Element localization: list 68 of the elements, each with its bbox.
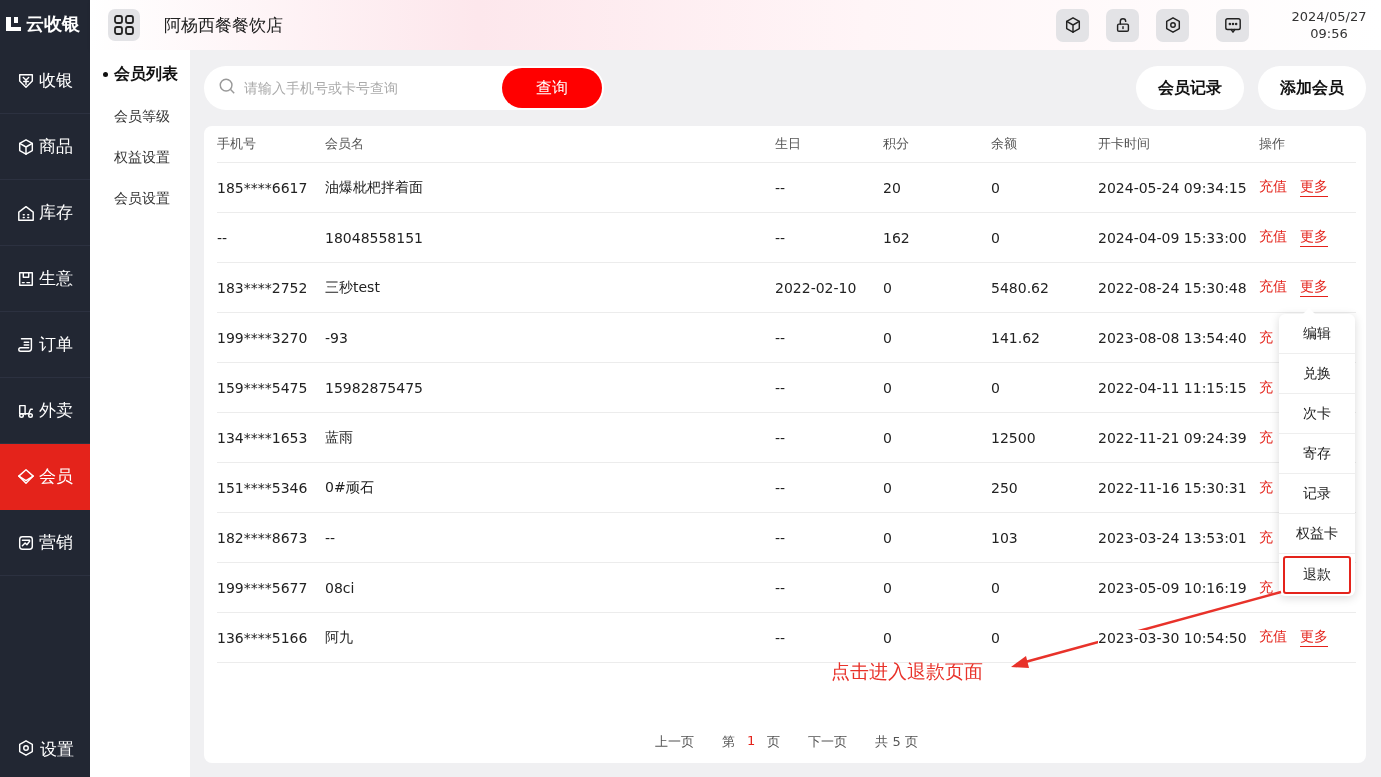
- store-name: 阿杨西餐餐饮店: [164, 13, 283, 37]
- recharge-link[interactable]: 充: [1259, 528, 1273, 547]
- column-header: 余额: [991, 135, 1017, 153]
- nav-item[interactable]: 会员: [0, 444, 90, 510]
- date-text: 2024/05/27: [1290, 8, 1368, 25]
- current-page: 1: [747, 733, 756, 750]
- subnav-item[interactable]: 权益设置: [90, 149, 190, 167]
- receipt-icon: [17, 335, 35, 354]
- next-page-link[interactable]: 下一页: [808, 733, 848, 751]
- diamond-icon: [17, 467, 35, 486]
- prev-page-link[interactable]: 上一页: [655, 733, 695, 751]
- table-cell: 三秒test: [325, 278, 380, 297]
- column-header: 积分: [883, 135, 909, 153]
- time-text: 09:56: [1309, 25, 1349, 42]
- logo-icon: [5, 15, 23, 33]
- table-cell: 油爆枇杷拌着面: [325, 178, 423, 197]
- table-cell: 阿九: [325, 628, 353, 647]
- more-link[interactable]: 更多: [1300, 628, 1328, 647]
- more-link[interactable]: 更多: [1300, 278, 1328, 297]
- menu-item[interactable]: 寄存: [1279, 434, 1355, 474]
- page-label: 页: [767, 733, 781, 751]
- subnav-item[interactable]: 会员等级: [90, 108, 190, 126]
- annotation-text: 点击进入退款页面: [831, 659, 983, 684]
- recharge-link[interactable]: 充值: [1259, 228, 1287, 247]
- menu-item[interactable]: 编辑: [1279, 314, 1355, 354]
- unlock-icon[interactable]: [1106, 8, 1139, 42]
- page-total: 共 5 页: [875, 733, 918, 751]
- header-button[interactable]: 会员记录: [1136, 66, 1244, 110]
- column-header: 会员名: [325, 135, 364, 153]
- subnav-item[interactable]: 会员设置: [90, 190, 190, 208]
- recharge-link[interactable]: 充: [1259, 578, 1273, 597]
- query-button[interactable]: 查询: [502, 68, 602, 108]
- column-header: 操作: [1259, 135, 1285, 153]
- grid-menu-button[interactable]: [108, 9, 140, 41]
- recharge-link[interactable]: 充: [1259, 428, 1273, 447]
- column-header: 手机号: [217, 135, 256, 153]
- menu-item[interactable]: 兑换: [1279, 354, 1355, 394]
- logo-text: 云收银: [26, 12, 80, 36]
- search-field[interactable]: 请输入手机号或卡号查询 查询: [204, 66, 604, 110]
- recharge-link[interactable]: 充值: [1259, 178, 1287, 197]
- board-icon: [17, 269, 35, 288]
- cube-icon[interactable]: [1056, 8, 1089, 42]
- menu-item[interactable]: 记录: [1279, 474, 1355, 514]
- table-cell: 0#顽石: [325, 478, 374, 497]
- page-label: 第: [722, 733, 736, 751]
- settings-item[interactable]: 设置: [0, 722, 90, 777]
- house-icon: [17, 203, 35, 222]
- more-link[interactable]: 更多: [1300, 228, 1328, 247]
- subnav-item[interactable]: 会员列表: [90, 64, 190, 85]
- header-button[interactable]: 添加会员: [1258, 66, 1366, 110]
- column-header: 生日: [775, 135, 801, 153]
- cube-icon: [17, 137, 35, 156]
- chat-icon[interactable]: [1216, 8, 1249, 42]
- recharge-link[interactable]: 充: [1259, 478, 1273, 497]
- recharge-link[interactable]: 充值: [1259, 278, 1287, 297]
- table-cell: 蓝雨: [325, 428, 353, 447]
- more-link[interactable]: 更多: [1300, 178, 1328, 197]
- menu-item[interactable]: 次卡: [1279, 394, 1355, 434]
- table-cell: 08ci: [325, 579, 355, 596]
- recharge-link[interactable]: 充: [1259, 328, 1273, 347]
- chart-square-icon: [17, 533, 35, 552]
- menu-item[interactable]: 权益卡: [1279, 514, 1355, 554]
- recharge-link[interactable]: 充值: [1259, 628, 1287, 647]
- menu-item[interactable]: 退款: [1283, 556, 1351, 594]
- table-cell: 2023-03-30 10:54:50: [1098, 629, 1247, 646]
- recharge-link[interactable]: 充: [1259, 378, 1273, 397]
- yen-tag-icon: [17, 71, 35, 90]
- column-header: 开卡时间: [1098, 135, 1150, 153]
